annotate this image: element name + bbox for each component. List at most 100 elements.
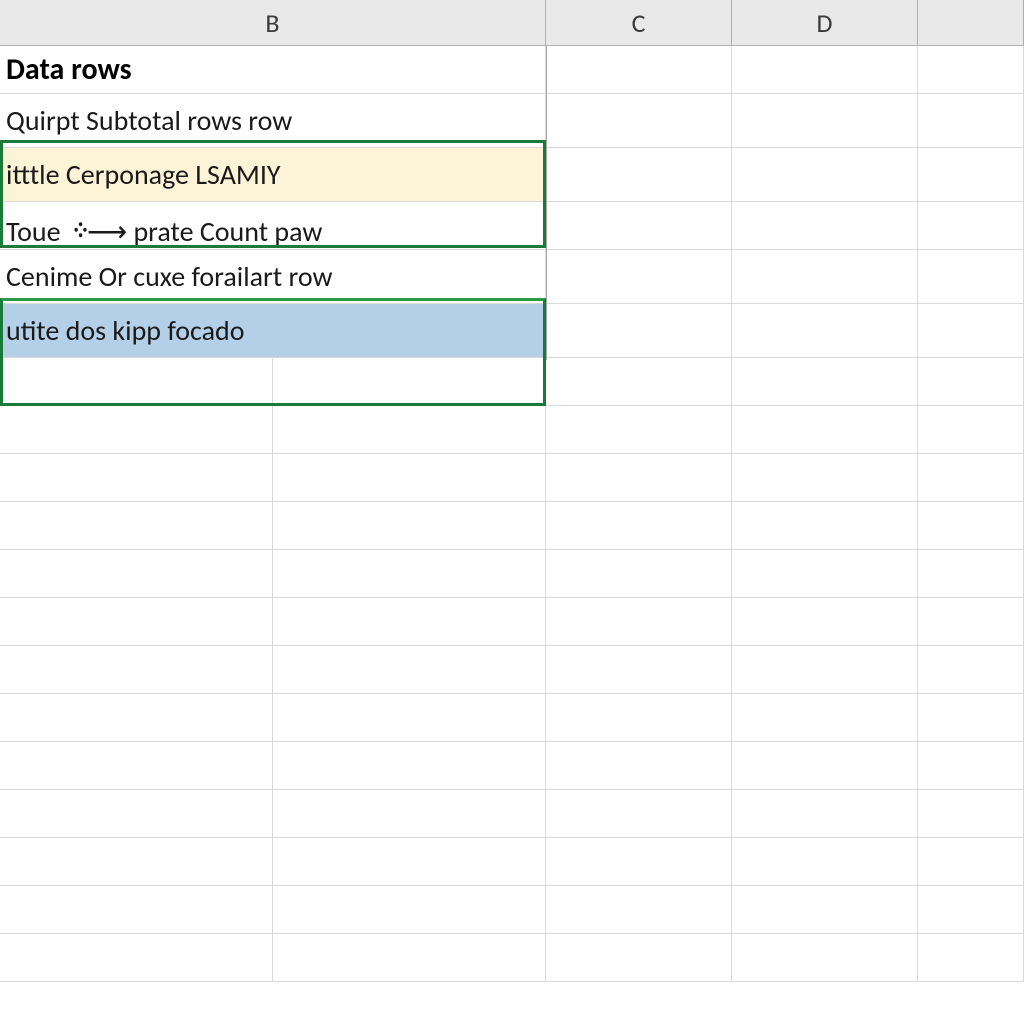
cell-B15[interactable] xyxy=(0,742,546,789)
cell-C16[interactable] xyxy=(546,790,732,837)
cell-B19[interactable] xyxy=(0,934,546,981)
cell-E5[interactable] xyxy=(918,250,1024,303)
cell-E3[interactable] xyxy=(918,148,1024,201)
row-9 xyxy=(0,454,1024,502)
cell-D9[interactable] xyxy=(732,454,918,501)
cell-E4[interactable] xyxy=(918,202,1024,249)
cell-E19[interactable] xyxy=(918,934,1024,981)
cell-B16[interactable] xyxy=(0,790,546,837)
cell-C14[interactable] xyxy=(546,694,732,741)
cell-D2[interactable] xyxy=(732,94,918,147)
grid-body: Data rows Quirpt Subtotal rows row itttl… xyxy=(0,46,1024,982)
cell-B12[interactable] xyxy=(0,598,546,645)
row-18 xyxy=(0,886,1024,934)
cell-B8[interactable] xyxy=(0,406,546,453)
cell-D4[interactable] xyxy=(732,202,918,249)
cell-B18[interactable] xyxy=(0,886,546,933)
cell-B7[interactable] xyxy=(0,358,546,405)
cell-D18[interactable] xyxy=(732,886,918,933)
cell-C18[interactable] xyxy=(546,886,732,933)
cell-C13[interactable] xyxy=(546,646,732,693)
cell-B14[interactable] xyxy=(0,694,546,741)
cell-D8[interactable] xyxy=(732,406,918,453)
cell-D5[interactable] xyxy=(732,250,918,303)
spreadsheet-grid[interactable]: B C D Data rows Quirpt Subtotal rows row… xyxy=(0,0,1024,1024)
cell-D16[interactable] xyxy=(732,790,918,837)
cell-C7[interactable] xyxy=(546,358,732,405)
row-4: Toue ᠅⟶ prate Count paw xyxy=(0,202,1024,250)
column-header-D[interactable]: D xyxy=(732,0,918,45)
column-header-row: B C D xyxy=(0,0,1024,46)
row-15 xyxy=(0,742,1024,790)
cell-E17[interactable] xyxy=(918,838,1024,885)
row-16 xyxy=(0,790,1024,838)
row-1: Data rows xyxy=(0,46,1024,94)
cell-E9[interactable] xyxy=(918,454,1024,501)
cell-E10[interactable] xyxy=(918,502,1024,549)
column-header-C[interactable]: C xyxy=(546,0,732,45)
row-5: Cenime Or cuxe forailart row xyxy=(0,250,1024,304)
cell-B11[interactable] xyxy=(0,550,546,597)
cell-E13[interactable] xyxy=(918,646,1024,693)
cell-B5[interactable]: Cenime Or cuxe forailart row xyxy=(0,250,546,303)
row-11 xyxy=(0,550,1024,598)
cell-C6[interactable] xyxy=(546,304,732,357)
cell-E18[interactable] xyxy=(918,886,1024,933)
row-6: utite dos kipp focado xyxy=(0,304,1024,358)
cell-E16[interactable] xyxy=(918,790,1024,837)
cell-C3[interactable] xyxy=(546,148,732,201)
cell-E11[interactable] xyxy=(918,550,1024,597)
cell-D7[interactable] xyxy=(732,358,918,405)
cell-C9[interactable] xyxy=(546,454,732,501)
cell-D3[interactable] xyxy=(732,148,918,201)
row-19 xyxy=(0,934,1024,982)
column-header-B[interactable]: B xyxy=(0,0,546,45)
row-2: Quirpt Subtotal rows row xyxy=(0,94,1024,148)
cell-D14[interactable] xyxy=(732,694,918,741)
cell-E8[interactable] xyxy=(918,406,1024,453)
cell-C1[interactable] xyxy=(546,46,732,93)
cell-B1[interactable]: Data rows xyxy=(0,46,546,93)
cell-D11[interactable] xyxy=(732,550,918,597)
row-8 xyxy=(0,406,1024,454)
cell-B17[interactable] xyxy=(0,838,546,885)
row-17 xyxy=(0,838,1024,886)
cell-C15[interactable] xyxy=(546,742,732,789)
cell-C8[interactable] xyxy=(546,406,732,453)
cell-C2[interactable] xyxy=(546,94,732,147)
row-3: itttle Cerponage LSAMIY xyxy=(0,148,1024,202)
cell-D6[interactable] xyxy=(732,304,918,357)
cell-D10[interactable] xyxy=(732,502,918,549)
cell-C12[interactable] xyxy=(546,598,732,645)
cell-E2[interactable] xyxy=(918,94,1024,147)
cell-E1[interactable] xyxy=(918,46,1024,93)
row-10 xyxy=(0,502,1024,550)
cell-B9[interactable] xyxy=(0,454,546,501)
cell-C5[interactable] xyxy=(546,250,732,303)
column-header-E[interactable] xyxy=(918,0,1024,45)
cell-C11[interactable] xyxy=(546,550,732,597)
cell-E15[interactable] xyxy=(918,742,1024,789)
cell-D13[interactable] xyxy=(732,646,918,693)
row-14 xyxy=(0,694,1024,742)
cell-D1[interactable] xyxy=(732,46,918,93)
cell-B4[interactable]: Toue ᠅⟶ prate Count paw xyxy=(0,202,546,249)
cell-D12[interactable] xyxy=(732,598,918,645)
cell-E14[interactable] xyxy=(918,694,1024,741)
cell-B6[interactable]: utite dos kipp focado xyxy=(0,304,546,357)
cell-C19[interactable] xyxy=(546,934,732,981)
cell-D17[interactable] xyxy=(732,838,918,885)
cell-E12[interactable] xyxy=(918,598,1024,645)
cell-B13[interactable] xyxy=(0,646,546,693)
row-13 xyxy=(0,646,1024,694)
cell-C10[interactable] xyxy=(546,502,732,549)
cell-E6[interactable] xyxy=(918,304,1024,357)
cell-E7[interactable] xyxy=(918,358,1024,405)
cell-B10[interactable] xyxy=(0,502,546,549)
cell-B3[interactable]: itttle Cerponage LSAMIY xyxy=(0,148,546,201)
cell-C4[interactable] xyxy=(546,202,732,249)
cell-D15[interactable] xyxy=(732,742,918,789)
cell-C17[interactable] xyxy=(546,838,732,885)
cell-B2[interactable]: Quirpt Subtotal rows row xyxy=(0,94,546,147)
cell-D19[interactable] xyxy=(732,934,918,981)
